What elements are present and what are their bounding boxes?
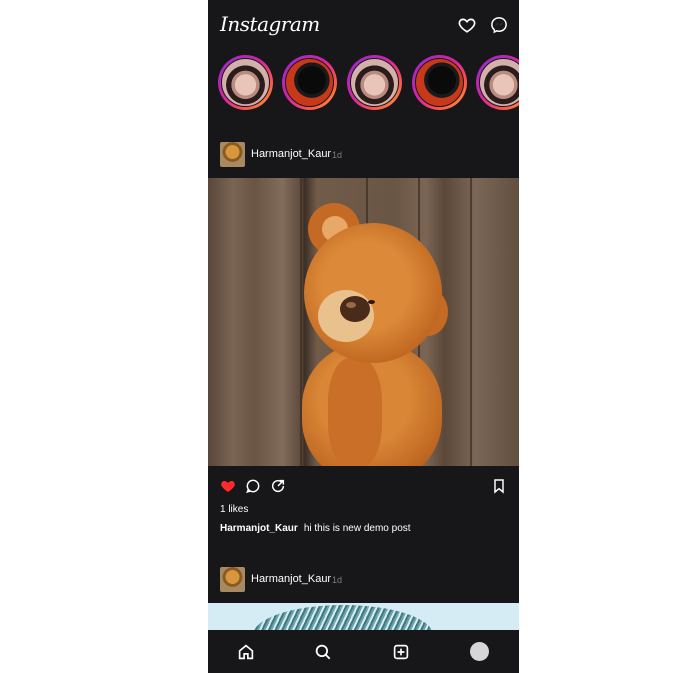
messenger-icon[interactable] bbox=[490, 16, 508, 34]
like-heart-icon[interactable] bbox=[220, 478, 236, 494]
caption-text: hi this is new demo post bbox=[303, 523, 411, 534]
search-icon[interactable] bbox=[314, 643, 332, 661]
caption-username[interactable]: Harmanjot_Kaur bbox=[220, 523, 298, 534]
top-bar: Instagram bbox=[208, 0, 519, 50]
post-image[interactable] bbox=[208, 603, 519, 633]
story-avatar-portrait bbox=[479, 58, 519, 107]
story-avatar-silhouette bbox=[415, 58, 464, 107]
post-image[interactable] bbox=[208, 178, 519, 466]
profile-avatar[interactable] bbox=[470, 642, 489, 661]
post-author-avatar[interactable] bbox=[220, 567, 245, 592]
post-author-avatar[interactable] bbox=[220, 142, 245, 167]
instagram-logo[interactable]: Instagram bbox=[220, 12, 320, 36]
story-item[interactable] bbox=[218, 55, 273, 110]
post-header: Harmanjot_Kaur 1d bbox=[208, 565, 519, 595]
scribble-drawing bbox=[253, 605, 433, 633]
story-item[interactable] bbox=[476, 55, 519, 110]
post-header: Harmanjot_Kaur 1d bbox=[208, 140, 519, 170]
share-icon[interactable] bbox=[270, 478, 286, 494]
story-item[interactable] bbox=[282, 55, 337, 110]
bookmark-icon[interactable] bbox=[491, 478, 507, 494]
comment-icon[interactable] bbox=[245, 478, 261, 494]
post-time: 1d bbox=[332, 575, 343, 585]
story-avatar-portrait bbox=[221, 58, 270, 107]
heart-icon[interactable] bbox=[458, 16, 476, 34]
likes-count: 1 likes bbox=[220, 504, 249, 515]
post-caption: Harmanjot_Kaur hi this is new demo post bbox=[220, 523, 411, 534]
bottom-nav bbox=[208, 630, 519, 673]
post-time: 1d bbox=[332, 150, 343, 160]
story-item[interactable] bbox=[347, 55, 402, 110]
home-icon[interactable] bbox=[237, 643, 255, 661]
story-item[interactable] bbox=[412, 55, 467, 110]
add-post-icon[interactable] bbox=[392, 643, 410, 661]
story-avatar-silhouette bbox=[285, 58, 334, 107]
stories-row bbox=[208, 55, 519, 111]
post-username[interactable]: Harmanjot_Kaur bbox=[251, 573, 331, 585]
story-avatar-portrait bbox=[350, 58, 399, 107]
post-username[interactable]: Harmanjot_Kaur bbox=[251, 148, 331, 160]
app-screen: Instagram Harmanjot_Kaur 1d 1 likes Harm… bbox=[208, 0, 519, 673]
teddy-bear-head bbox=[304, 223, 442, 363]
